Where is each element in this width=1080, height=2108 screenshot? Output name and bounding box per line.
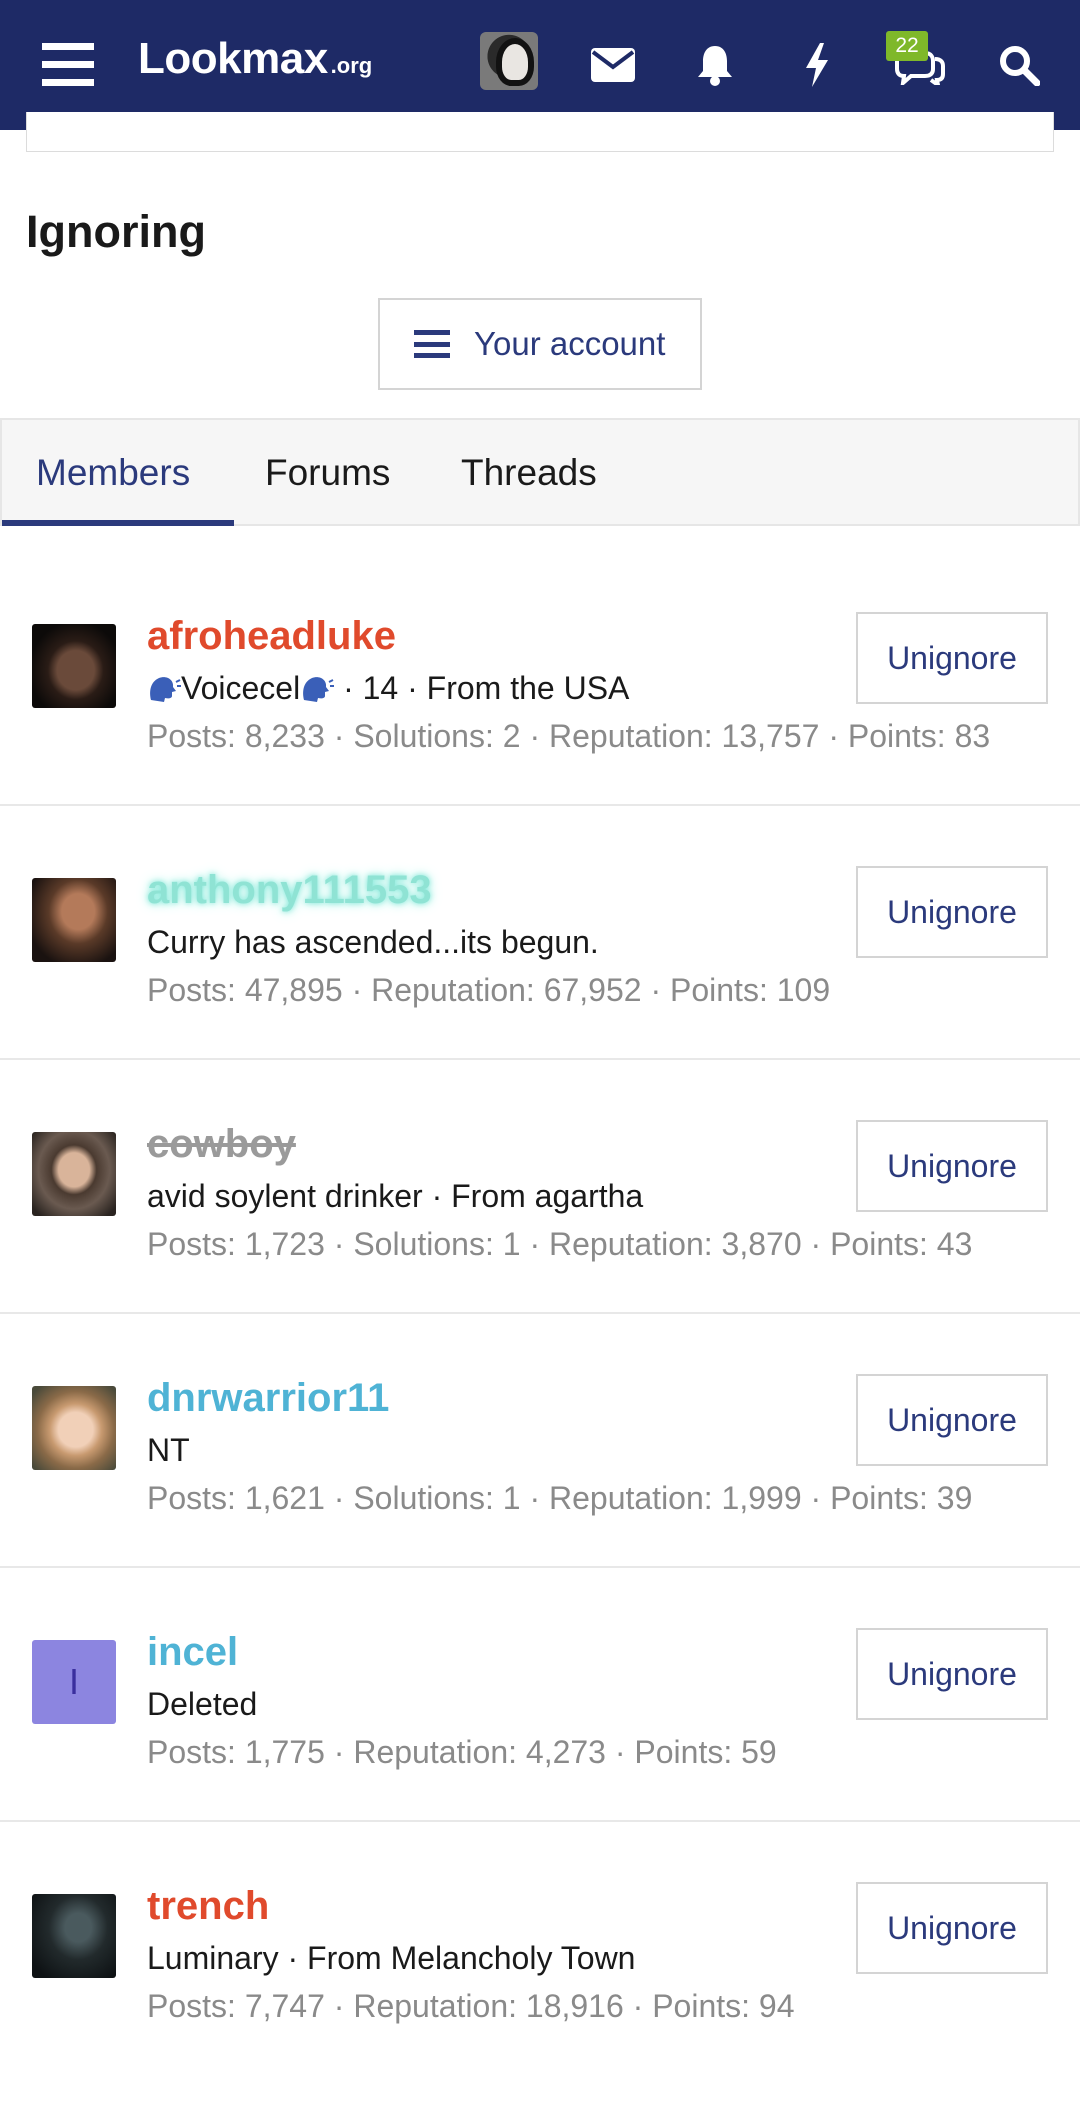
member-title: Curry has ascended...its begun. xyxy=(147,924,599,960)
member-title: Deleted xyxy=(147,1686,258,1722)
member-name[interactable]: afroheadluke xyxy=(147,614,396,659)
tab-members[interactable]: Members xyxy=(36,420,190,526)
avatar[interactable] xyxy=(32,1386,116,1470)
member-name[interactable]: anthony111553 xyxy=(147,868,432,913)
member-stats: Posts: 1,723 · Solutions: 1 · Reputation… xyxy=(147,1226,973,1262)
avatar[interactable]: I xyxy=(32,1640,116,1724)
lightning-icon[interactable] xyxy=(784,0,850,130)
your-account-button[interactable]: Your account xyxy=(378,298,702,390)
avatar[interactable] xyxy=(32,1132,116,1216)
tab-threads[interactable]: Threads xyxy=(461,420,597,526)
avatar[interactable] xyxy=(32,1894,116,1978)
menu-icon[interactable] xyxy=(30,0,106,130)
member-stats: Posts: 8,233 · Solutions: 2 · Reputation… xyxy=(147,718,991,754)
collapsed-panel-edge xyxy=(26,112,1054,152)
site-logo[interactable]: Lookmax .org xyxy=(138,34,372,94)
unignore-button[interactable]: Unignore xyxy=(856,1882,1048,1974)
search-icon[interactable] xyxy=(984,0,1054,130)
list-item: I incel Deleted Posts: 1,775 · Reputatio… xyxy=(0,1568,1080,1822)
tab-forums[interactable]: Forums xyxy=(265,420,390,526)
list-item: dnrwarrior11 NT Posts: 1,621 · Solutions… xyxy=(0,1314,1080,1568)
avatar[interactable] xyxy=(32,878,116,962)
envelope-icon[interactable] xyxy=(580,0,646,130)
menu-lines-icon xyxy=(414,330,450,358)
ignore-tabs: Members Forums Threads xyxy=(0,418,1080,526)
member-meta: · 14 · From the USA xyxy=(334,670,630,706)
unignore-button[interactable]: Unignore xyxy=(856,866,1048,958)
member-stats: Posts: 1,621 · Solutions: 1 · Reputation… xyxy=(147,1480,973,1516)
member-title: avid soylent drinker · From agartha xyxy=(147,1178,644,1214)
active-tab-indicator xyxy=(2,520,234,526)
unignore-button[interactable]: Unignore xyxy=(856,612,1048,704)
bell-icon[interactable] xyxy=(682,0,748,130)
speaking-head-icon xyxy=(303,677,335,702)
member-name[interactable]: incel xyxy=(147,1630,238,1675)
member-stats: Posts: 1,775 · Reputation: 4,273 · Point… xyxy=(147,1734,777,1770)
member-title-text: Voicecel xyxy=(181,670,301,706)
list-item: afroheadluke Voicecel · 14 · From the US… xyxy=(0,552,1080,806)
your-account-label: Your account xyxy=(474,325,666,362)
user-avatar[interactable] xyxy=(480,32,538,90)
list-item: trench Luminary · From Melancholy Town P… xyxy=(0,1822,1080,2076)
top-navigation-bar: Lookmax .org 22 xyxy=(0,0,1080,130)
conversations-badge: 22 xyxy=(886,31,928,61)
unignore-button[interactable]: Unignore xyxy=(856,1120,1048,1212)
page-title: Ignoring xyxy=(26,206,206,257)
avatar[interactable] xyxy=(32,624,116,708)
list-item: cowboy avid soylent drinker · From agart… xyxy=(0,1060,1080,1314)
logo-text: Lookmax xyxy=(138,34,328,83)
member-name[interactable]: dnrwarrior11 xyxy=(147,1376,389,1421)
member-title: NT xyxy=(147,1432,190,1468)
member-title: Luminary · From Melancholy Town xyxy=(147,1940,636,1976)
member-name[interactable]: cowboy xyxy=(147,1122,296,1167)
unignore-button[interactable]: Unignore xyxy=(856,1628,1048,1720)
member-stats: Posts: 7,747 · Reputation: 18,916 · Poin… xyxy=(147,1988,795,2024)
member-stats: Posts: 47,895 · Reputation: 67,952 · Poi… xyxy=(147,972,831,1008)
list-item: anthony111553 Curry has ascended...its b… xyxy=(0,806,1080,1060)
logo-tld: .org xyxy=(330,53,373,78)
unignore-button[interactable]: Unignore xyxy=(856,1374,1048,1466)
conversations-icon[interactable] xyxy=(884,0,956,130)
member-title: Voicecel · 14 · From the USA xyxy=(147,670,629,707)
member-name[interactable]: trench xyxy=(147,1884,269,1929)
speaking-head-icon xyxy=(150,677,181,702)
